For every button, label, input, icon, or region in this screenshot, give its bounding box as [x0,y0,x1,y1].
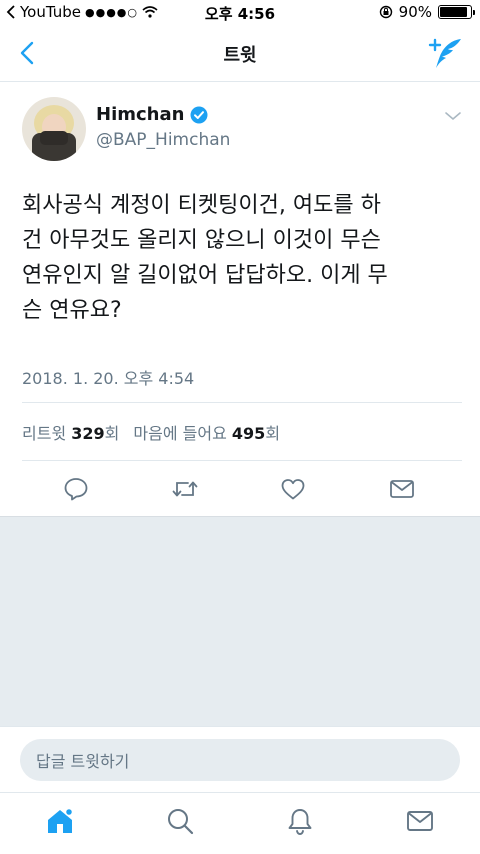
tab-notifications[interactable] [284,805,316,837]
mail-icon [407,811,433,831]
divider [22,402,462,403]
profile-photo [22,97,86,161]
like-button[interactable] [278,474,308,504]
retweet-stat[interactable]: 리트윗 329회 [22,420,119,444]
like-unit: 회 [265,424,281,443]
bell-icon [288,809,312,835]
verified-badge-icon [190,106,208,123]
battery-fill [440,7,467,17]
retweet-stat-label: 리트윗 [22,424,67,443]
page-title: 트윗 [223,45,257,66]
reply-bar: 답글 트윗하기 [0,726,480,792]
tweet-stats: 리트윗 329회 마음에 들어요 495회 [22,420,280,444]
retweet-count: 329 [71,424,105,443]
home-icon [48,807,74,833]
status-right: 90% [379,3,475,21]
tab-bar [0,792,480,854]
direct-message-button[interactable] [387,474,417,504]
envelope-icon [390,480,414,498]
status-bar: YouTube ●●●●○ 오후 4:56 90% [0,0,480,26]
tab-messages[interactable] [404,805,436,837]
tweet-timestamp: 2018. 1. 20. 오후 4:54 [22,369,195,388]
tweet-text: 회사공식 계정이 티켓팅이건, 여도를 하 건 아무것도 올리지 않으니 이것이… [22,193,388,323]
tab-search[interactable] [164,805,196,837]
like-count: 495 [231,424,266,443]
author-name-row: Himchan [96,104,208,125]
reply-icon [64,478,88,501]
empty-replies-area [0,516,480,726]
reply-button[interactable] [61,474,91,504]
navigation-bar: 트윗 [0,26,480,82]
heart-icon [281,479,305,500]
retweet-icon [172,481,198,497]
tweet-actions [0,464,480,514]
divider [22,460,462,461]
avatar[interactable] [22,97,86,161]
rotation-lock-icon [379,5,392,19]
compose-tweet-icon[interactable] [428,36,464,70]
retweet-button[interactable] [170,474,200,504]
like-stat-label: 마음에 들어요 [133,424,227,443]
battery-percent: 90% [398,3,432,21]
retweet-unit: 회 [104,424,120,443]
author-handle[interactable]: @BAP_Himchan [96,130,230,150]
tab-home[interactable] [44,805,76,837]
battery-icon [438,5,475,19]
search-icon [168,809,194,835]
reply-input[interactable]: 답글 트윗하기 [20,739,460,781]
like-stat[interactable]: 마음에 들어요 495회 [133,420,280,444]
author-name[interactable]: Himchan [96,104,184,125]
chevron-down-icon[interactable] [444,110,462,122]
